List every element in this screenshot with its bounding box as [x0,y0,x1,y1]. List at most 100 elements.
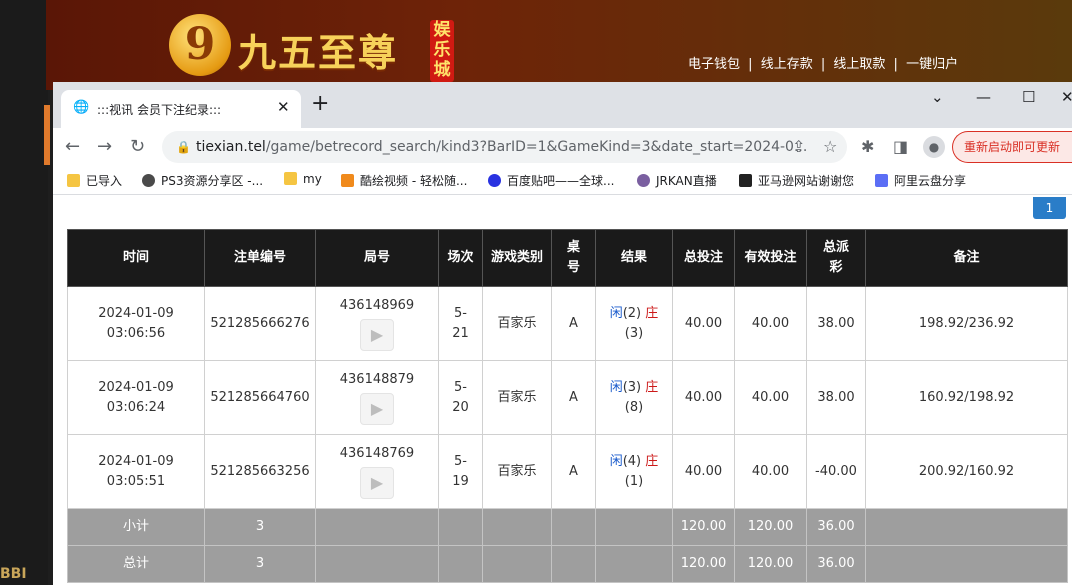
empty-cell [482,545,552,583]
cell-round: 436148879 ▶ [315,360,439,435]
tab-betrecord[interactable]: 🌐 :::视讯 会员下注纪录::: ✕ [61,90,301,128]
browser-window: 🌐 :::视讯 会员下注纪录::: ✕ + ⌄ — ☐ ✕ ← → ↻ 🔒 ti… [53,82,1072,585]
cell-date: 2024-01-09 [98,305,174,321]
header-session: 场次 [438,229,483,287]
cell-bet-id: 521285663256 [204,434,316,509]
bookmark-item[interactable]: JRKAN直播 [637,172,717,189]
header-time: 时间 [67,229,205,287]
empty-cell [865,545,1068,583]
cell-total-bet: 40.00 [672,360,735,435]
cell-bet-id: 521285666276 [204,286,316,361]
bookmark-star-icon[interactable]: ☆ [823,137,837,156]
folder-icon [67,174,80,187]
video-replay-icon[interactable]: ▶ [360,467,394,499]
bookmarks-bar: 已导入 PS3资源分享区 -... my 酷绘视频 - 轻松随... 百度贴吧—… [53,168,1072,195]
empty-cell [551,508,596,546]
back-arrow-icon[interactable]: ← [65,136,80,157]
cell-result: 闲(3) 庄 (8) [595,360,673,435]
cell-game: 百家乐 [482,360,552,435]
cell-valid-bet: 40.00 [734,360,807,435]
bookmark-item[interactable]: my [284,172,322,186]
table-row: 2024-01-09 03:06:56 521285666276 43614896… [67,286,1068,361]
url-text: tiexian.tel/game/betrecord_search/kind3?… [196,139,807,155]
link-e-wallet[interactable]: 电子钱包 [688,57,740,72]
cell-date: 2024-01-09 [98,379,174,395]
logo-emblem-icon: 9 [169,14,231,76]
cell-round: 436148769 ▶ [315,434,439,509]
cell-date: 2024-01-09 [98,453,174,469]
result-player-label: 闲 [609,379,623,395]
url-path: /game/betrecord_search/kind3?BarID=1&Gam… [265,139,808,155]
cell-result: 闲(4) 庄 (1) [595,434,673,509]
close-window-icon[interactable]: ✕ [1061,88,1072,106]
total-payout: 36.00 [806,545,866,583]
forward-arrow-icon[interactable]: → [97,136,112,157]
bookmark-label: 百度贴吧——全球... [507,174,615,188]
bookmark-label: 阿里云盘分享 [894,174,967,188]
reload-icon[interactable]: ↻ [130,136,145,157]
maximize-icon[interactable]: ☐ [1022,88,1035,106]
cloud-icon [875,174,888,187]
k-icon [341,174,354,187]
browser-toolbar: ← → ↻ 🔒 tiexian.tel/game/betrecord_searc… [53,128,1072,168]
cell-note: 160.92/198.92 [865,360,1068,435]
bookmark-item[interactable]: 百度贴吧——全球... [488,172,614,189]
header-round: 局号 [315,229,439,287]
bookmark-item[interactable]: 阿里云盘分享 [875,172,966,189]
link-separator: | [820,57,826,72]
video-replay-icon[interactable]: ▶ [360,319,394,351]
cell-session: 5-20 [438,360,483,435]
link-separator: | [893,57,898,72]
bookmark-label: 已导入 [86,174,123,188]
bookmark-item[interactable]: 亚马逊网站谢谢您 [739,172,854,189]
minimize-icon[interactable]: — [976,88,991,106]
address-bar[interactable]: 🔒 tiexian.tel/game/betrecord_search/kind… [162,131,847,163]
tab-search-icon[interactable]: ⌄ [931,88,944,106]
round-number: 436148879 [339,372,415,387]
header-note: 备注 [865,229,1068,287]
background-stripe [44,105,50,165]
share-icon[interactable]: ⇪ [792,137,805,156]
header-table: 桌号 [551,229,596,287]
link-deposit[interactable]: 线上存款 [761,57,813,72]
empty-cell [482,508,552,546]
result-banker-value: (1) [624,473,644,489]
extensions-puzzle-icon[interactable]: ✱ [861,137,874,156]
bookmark-item[interactable]: 已导入 [67,172,122,189]
round-number: 436148969 [339,298,415,313]
bookmark-item[interactable]: PS3资源分享区 -... [142,172,263,189]
result-player-label: 闲 [609,305,623,321]
total-total-bet: 120.00 [672,545,735,583]
cell-payout: -40.00 [806,434,866,509]
tab-close-icon[interactable]: ✕ [277,98,290,116]
cell-valid-bet: 40.00 [734,286,807,361]
cell-valid-bet: 40.00 [734,434,807,509]
link-withdraw[interactable]: 线上取款 [833,57,885,72]
logo-side-badge: 娱乐城 [430,20,454,82]
pagination-page-button[interactable]: 1 [1033,197,1066,219]
new-tab-button[interactable]: + [311,93,329,115]
bookmark-label: PS3资源分享区 -... [161,174,264,188]
link-one-click-return[interactable]: 一键归户 [906,57,958,72]
cell-time: 2024-01-09 03:05:51 [67,434,205,509]
cell-game: 百家乐 [482,286,552,361]
result-banker-label: 庄 [645,305,659,321]
result-banker-label: 庄 [645,379,659,395]
video-replay-icon[interactable]: ▶ [360,393,394,425]
cell-session: 5-21 [438,286,483,361]
tab-title: :::视讯 会员下注纪录::: [97,103,222,117]
cell-note: 200.92/160.92 [865,434,1068,509]
side-panel-icon[interactable]: ◨ [893,137,908,156]
empty-cell [438,545,483,583]
lock-icon[interactable]: 🔒 [176,140,191,154]
total-count: 3 [204,545,316,583]
restart-to-update-button[interactable]: 重新启动即可更新 [952,131,1072,163]
profile-avatar-icon[interactable]: ● [923,136,945,158]
header-result: 结果 [595,229,673,287]
empty-cell [595,508,673,546]
header-total-bet: 总投注 [672,229,735,287]
site-icon [142,174,155,187]
bookmark-item[interactable]: 酷绘视频 - 轻松随... [341,172,467,189]
header-payout: 总派彩 [806,229,866,287]
cell-result: 闲(2) 庄 (3) [595,286,673,361]
